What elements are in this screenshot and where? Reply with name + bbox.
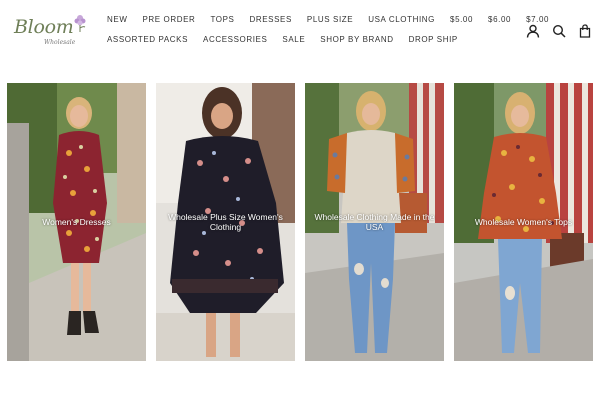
nav-drop-ship[interactable]: DROP SHIP: [409, 35, 458, 44]
collection-card-dresses[interactable]: Women's Dresses: [7, 83, 146, 361]
cart-icon[interactable]: [578, 24, 592, 38]
header-actions: [526, 24, 592, 38]
logo-tagline: Wholesale: [44, 39, 76, 46]
site-header: Bloom Wholesale NEW PRE ORDER TOPS DRESS…: [0, 0, 600, 66]
nav-price-6[interactable]: $6.00: [488, 15, 511, 24]
collection-caption: Wholesale Plus Size Women's Clothing: [168, 212, 283, 232]
nav-usa-clothing[interactable]: USA CLOTHING: [368, 15, 435, 24]
nav-dresses[interactable]: DRESSES: [249, 15, 291, 24]
nav-price-7[interactable]: $7.00: [526, 15, 549, 24]
collection-card-tops[interactable]: Wholesale Women's Tops: [454, 83, 593, 361]
logo-text: Bloom: [14, 16, 74, 38]
nav-pre-order[interactable]: PRE ORDER: [142, 15, 195, 24]
nav-tops[interactable]: TOPS: [210, 15, 234, 24]
nav-new[interactable]: NEW: [107, 15, 127, 24]
main-nav-row-1: NEW PRE ORDER TOPS DRESSES PLUS SIZE USA…: [107, 15, 549, 24]
collection-card-usa[interactable]: Wholesale Clothing Made in the USA: [305, 83, 444, 361]
flower-icon: [74, 15, 86, 32]
account-icon[interactable]: [526, 24, 540, 38]
bloom-logo[interactable]: Bloom Wholesale: [10, 14, 90, 50]
collection-caption: Wholesale Clothing Made in the USA: [314, 212, 435, 232]
collection-caption: Women's Dresses: [42, 217, 111, 227]
nav-price-5[interactable]: $5.00: [450, 15, 473, 24]
collection-caption: Wholesale Women's Tops: [474, 217, 573, 227]
main-nav-row-2: ASSORTED PACKS ACCESSORIES SALE SHOP BY …: [107, 35, 527, 44]
nav-plus-size[interactable]: PLUS SIZE: [307, 15, 353, 24]
collection-grid: Women's Dresses Wholesale Plus Size Wome…: [7, 83, 593, 361]
search-icon[interactable]: [552, 24, 566, 38]
nav-shop-by-brand[interactable]: SHOP BY BRAND: [320, 35, 393, 44]
nav-sale[interactable]: SALE: [282, 35, 305, 44]
collection-card-plus-size[interactable]: Wholesale Plus Size Women's Clothing: [156, 83, 295, 361]
nav-accessories[interactable]: ACCESSORIES: [203, 35, 267, 44]
nav-assorted-packs[interactable]: ASSORTED PACKS: [107, 35, 188, 44]
